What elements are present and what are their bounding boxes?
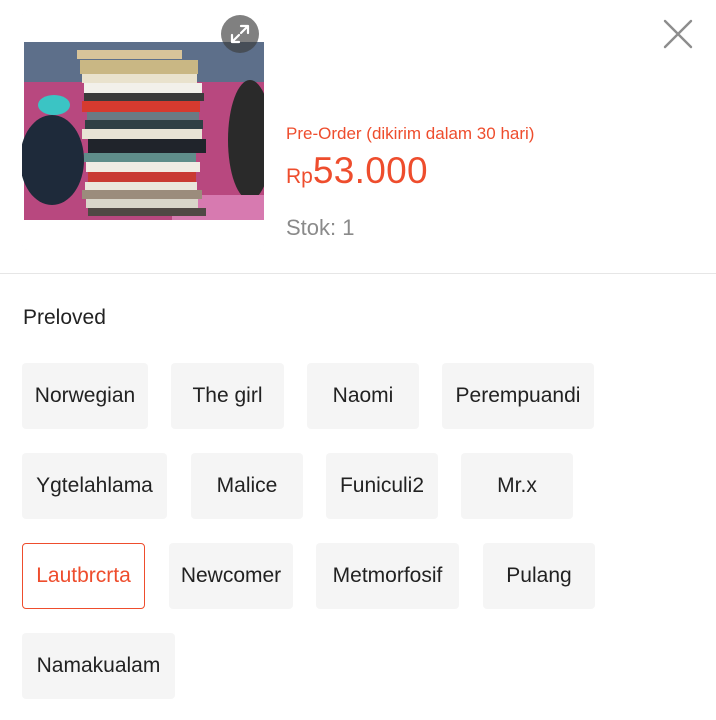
variant-chip-pulang[interactable]: Pulang <box>483 543 595 609</box>
variant-chip-malice[interactable]: Malice <box>191 453 303 519</box>
product-price: Rp53.000 <box>286 152 534 189</box>
expand-icon <box>230 24 250 44</box>
product-header: Pre-Order (dikirim dalam 30 hari) Rp53.0… <box>0 0 716 275</box>
price-currency: Rp <box>286 165 313 188</box>
variant-chip-ygtelahlama[interactable]: Ygtelahlama <box>22 453 167 519</box>
variant-chip-perempuandi[interactable]: Perempuandi <box>442 363 594 429</box>
close-button[interactable] <box>656 12 700 56</box>
variant-chip-metmorfosif[interactable]: Metmorfosif <box>316 543 459 609</box>
variant-chip-mr-x[interactable]: Mr.x <box>461 453 573 519</box>
variant-chip-naomi[interactable]: Naomi <box>307 363 419 429</box>
variant-chip-namakualam[interactable]: Namakualam <box>22 633 175 699</box>
variant-chip-the-girl[interactable]: The girl <box>171 363 284 429</box>
variant-chip-norwegian[interactable]: Norwegian <box>22 363 148 429</box>
variant-chip-lautbrcrta[interactable]: Lautbrcrta <box>22 543 145 609</box>
stock-label: Stok: 1 <box>286 215 355 240</box>
variation-title: Preloved <box>23 306 106 329</box>
price-amount: 53.000 <box>312 150 428 191</box>
preorder-label: Pre-Order (dikirim dalam 30 hari) <box>286 124 535 143</box>
divider <box>0 273 716 274</box>
close-icon <box>663 19 693 49</box>
expand-image-button[interactable] <box>221 15 259 53</box>
variant-chip-funiculi2[interactable]: Funiculi2 <box>326 453 438 519</box>
variant-chip-newcomer[interactable]: Newcomer <box>169 543 293 609</box>
product-info: Pre-Order (dikirim dalam 30 hari) Rp53.0… <box>286 124 534 241</box>
